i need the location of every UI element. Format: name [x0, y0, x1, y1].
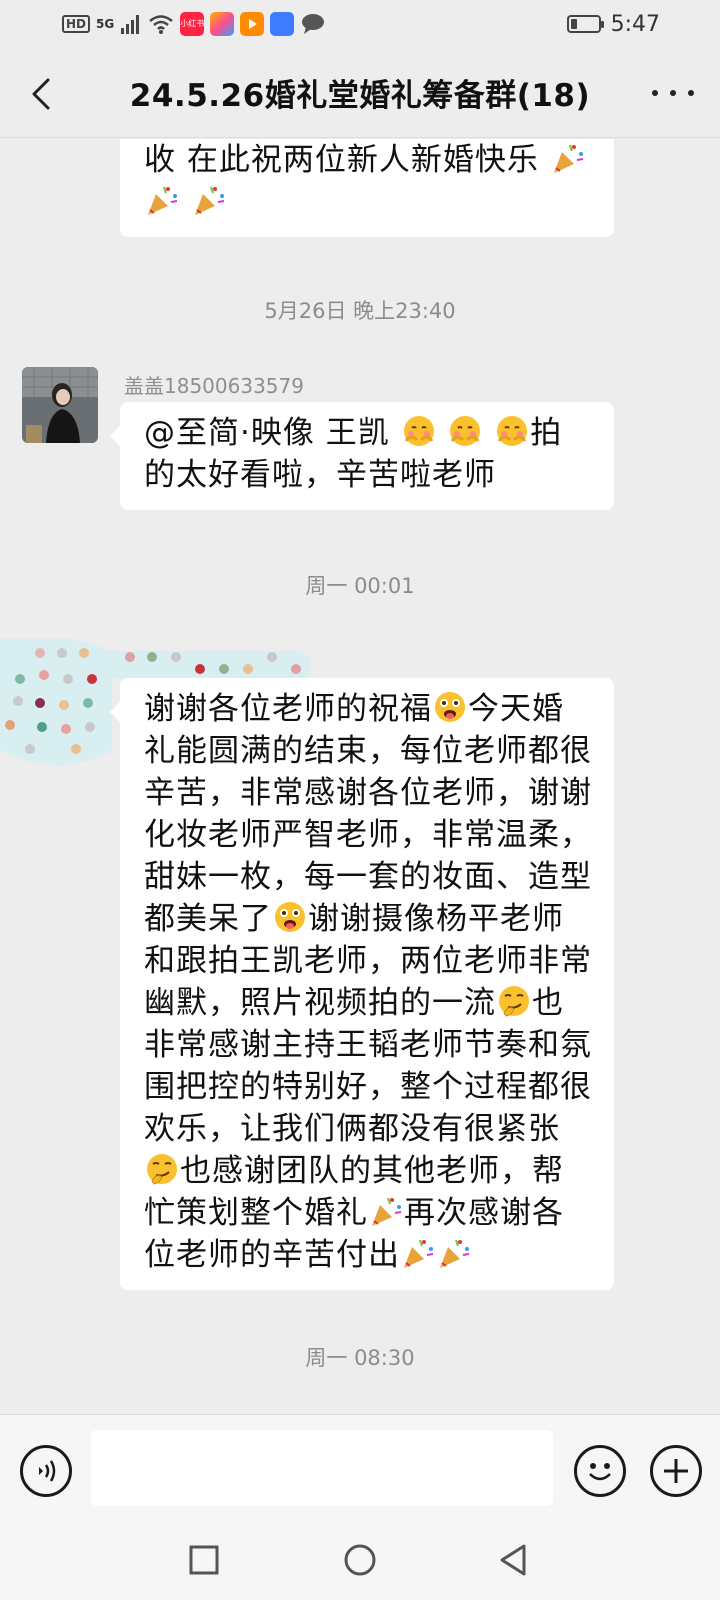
- status-left: HD 5G 小红书: [62, 12, 326, 36]
- input-bar: [0, 1414, 720, 1520]
- shy-face-icon: [401, 413, 437, 449]
- party-popper-icon: [368, 1193, 404, 1229]
- blue-app-icon: [270, 12, 295, 36]
- recent-apps-button[interactable]: [184, 1540, 224, 1580]
- sender-name: 盖盖18500633579: [124, 374, 304, 398]
- tongue-face-icon: [432, 689, 468, 725]
- square-icon: [189, 1545, 219, 1575]
- message-text: 谢谢各位老师的祝福: [144, 691, 432, 727]
- voice-icon: [39, 1460, 56, 1482]
- status-bar: HD 5G 小红书 5:47: [0, 0, 720, 48]
- colorful-app-icon: [210, 12, 235, 36]
- emoji-button[interactable]: [574, 1445, 626, 1497]
- home-button[interactable]: [340, 1540, 380, 1580]
- network-type: 5G: [96, 16, 115, 31]
- chevron-left-icon: [32, 78, 50, 110]
- system-nav-bar: [0, 1520, 720, 1600]
- message-text: 收 在此祝两位新人新婚快乐: [144, 142, 539, 178]
- status-right: 5:47: [566, 11, 660, 37]
- back-button[interactable]: [26, 74, 56, 114]
- chat-header: 24.5.26婚礼堂婚礼筹备群(18): [0, 48, 720, 138]
- xiaohongshu-app-icon: 小红书: [180, 12, 205, 36]
- timestamp: 5月26日 晚上23:40: [264, 299, 456, 323]
- plus-button[interactable]: [650, 1445, 702, 1497]
- signal-icon: [120, 13, 142, 35]
- dot: [670, 90, 676, 96]
- smirk-face-icon: [144, 1151, 180, 1187]
- hd-badge: HD: [62, 15, 91, 33]
- plus-icon: [664, 1459, 688, 1483]
- smirk-face-icon: [496, 983, 532, 1019]
- message-bubble[interactable]: @至简·映像 王凯 拍的太好看啦，辛苦啦老师: [110, 402, 614, 510]
- smiley-icon: [589, 1463, 611, 1481]
- message-bubble[interactable]: 收 在此祝两位新人新婚快乐: [120, 139, 614, 237]
- party-popper-icon: [400, 1235, 436, 1271]
- party-popper-icon: [436, 1235, 472, 1271]
- shy-face-icon: [494, 413, 530, 449]
- dot: [688, 90, 694, 96]
- play-app-icon: [240, 12, 265, 36]
- status-time: 5:47: [610, 11, 660, 37]
- party-popper-icon: [191, 182, 227, 218]
- circle-icon: [344, 1544, 376, 1576]
- timestamp: 周一 00:01: [305, 574, 415, 598]
- message-bubble[interactable]: 谢谢各位老师的祝福 今天婚礼能圆满的结束，每位老师都很辛苦，非常感谢各位老师，谢…: [110, 678, 614, 1290]
- party-popper-icon: [550, 140, 586, 176]
- voice-button[interactable]: [20, 1445, 72, 1497]
- chat-messages[interactable]: 收 在此祝两位新人新婚快乐 5月26日 晚上23:40 盖盖1850063357…: [0, 139, 720, 1414]
- tongue-face-icon: [272, 899, 308, 935]
- message-text: @至简·映像 王凯: [144, 415, 401, 451]
- more-options-button[interactable]: [652, 78, 694, 108]
- back-nav-button[interactable]: [494, 1540, 534, 1580]
- party-popper-icon: [144, 182, 180, 218]
- message-input[interactable]: [91, 1430, 553, 1506]
- wifi-icon: [148, 13, 174, 35]
- triangle-back-icon: [500, 1544, 526, 1576]
- timestamp: 周一 08:30: [305, 1346, 415, 1370]
- avatar[interactable]: [22, 367, 98, 443]
- chat-bubble-icon: [300, 12, 326, 36]
- dot: [652, 90, 658, 96]
- chat-title: 24.5.26婚礼堂婚礼筹备群(18): [129, 78, 591, 114]
- battery-icon: [566, 15, 604, 33]
- shy-face-icon: [447, 413, 483, 449]
